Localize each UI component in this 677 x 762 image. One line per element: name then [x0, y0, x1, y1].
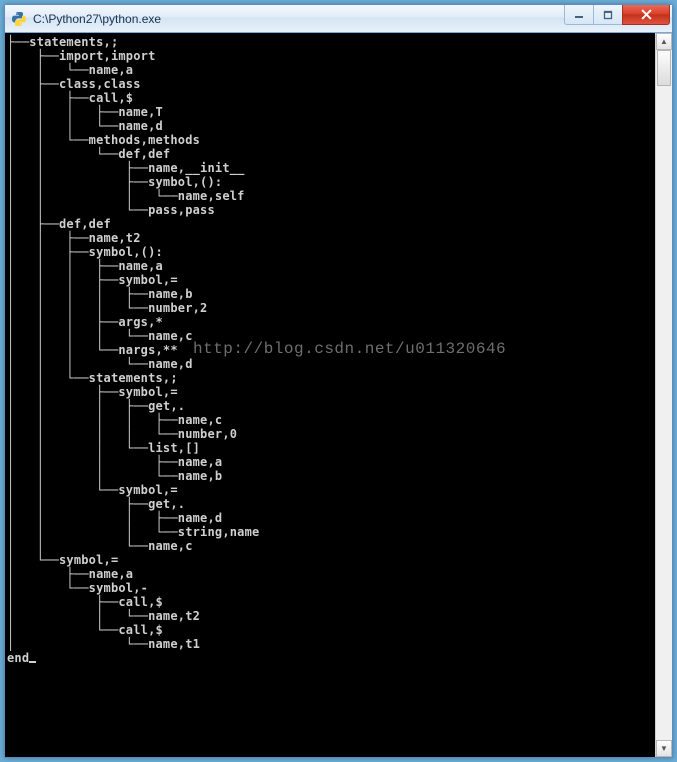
console-line: │ │ │ ├──name,a	[7, 455, 655, 469]
console-line: │ │ │ ├──name,T	[7, 105, 655, 119]
console-line: │ │ ├──call,$	[7, 91, 655, 105]
console-line: │ └──call,$	[7, 623, 655, 637]
console-line: │ ├──import,import	[7, 49, 655, 63]
console-line: │ │ │ └──name,d	[7, 119, 655, 133]
console-line: │ │ │ └──name,self	[7, 189, 655, 203]
vertical-scrollbar[interactable]: ▲ ▼	[655, 33, 672, 757]
python-icon	[11, 11, 27, 27]
console-line: │ │ │ ├──name,a	[7, 259, 655, 273]
console-line: │ └──name,t1	[7, 637, 655, 651]
titlebar[interactable]: C:\Python27\python.exe	[5, 5, 672, 33]
console-line: │ │ │ ├──name,d	[7, 511, 655, 525]
console-line: │ │ ├──symbol,():	[7, 175, 655, 189]
scroll-down-button[interactable]: ▼	[656, 740, 672, 757]
scrollbar-thumb[interactable]	[657, 50, 671, 86]
console-output[interactable]: ├──statements,;│ ├──import,import│ │ └──…	[5, 33, 655, 757]
minimize-button[interactable]	[564, 5, 594, 25]
text-cursor	[29, 661, 36, 663]
window-title: C:\Python27\python.exe	[33, 12, 559, 26]
scroll-up-button[interactable]: ▲	[656, 33, 672, 50]
console-line: │ ├──name,a	[7, 567, 655, 581]
console-line: │ │ │ │ └──number,2	[7, 301, 655, 315]
console-line: │ │ │ ├──symbol,=	[7, 273, 655, 287]
maximize-button[interactable]	[593, 5, 623, 25]
client-area: ├──statements,;│ ├──import,import│ │ └──…	[5, 33, 672, 757]
console-line: │ │ │ │ └──number,0	[7, 427, 655, 441]
console-line: ├──statements,;	[7, 35, 655, 49]
close-button[interactable]	[622, 5, 670, 25]
console-line: │ │ ├──name,t2	[7, 231, 655, 245]
console-line: │ │ │ └──nargs,**	[7, 343, 655, 357]
console-line: │ │ └──methods,methods	[7, 133, 655, 147]
console-window: C:\Python27\python.exe ├──statements,;│ …	[4, 4, 673, 758]
console-line: │ │ ├──symbol,=	[7, 385, 655, 399]
console-line: │ └──symbol,=	[7, 553, 655, 567]
console-line: │ │ │ │ ├──name,c	[7, 413, 655, 427]
console-line: │ │ ├──name,__init__	[7, 161, 655, 175]
console-line: │ │ │ │ └──name,c	[7, 329, 655, 343]
chevron-up-icon: ▲	[660, 37, 668, 46]
console-line: │ │ │ ├──get,.	[7, 399, 655, 413]
console-line: │ │ └──statements,;	[7, 371, 655, 385]
console-line: │ │ │ └──name,b	[7, 469, 655, 483]
console-line: │ │ │ ├──args,*	[7, 315, 655, 329]
console-line: │ │ └──name,a	[7, 63, 655, 77]
console-line: │ │ │ │ ├──name,b	[7, 287, 655, 301]
console-line: end	[7, 651, 655, 665]
console-line: │ │ └──name,t2	[7, 609, 655, 623]
console-line: │ │ └──name,c	[7, 539, 655, 553]
window-controls	[565, 5, 670, 32]
console-line: │ │ └──pass,pass	[7, 203, 655, 217]
console-line: │ ├──class,class	[7, 77, 655, 91]
console-line: │ │ └──def,def	[7, 147, 655, 161]
console-line: │ │ │ └──name,d	[7, 357, 655, 371]
console-line: │ │ └──symbol,=	[7, 483, 655, 497]
console-line: │ │ ├──get,.	[7, 497, 655, 511]
scrollbar-track[interactable]	[656, 50, 672, 740]
console-line: │ │ ├──symbol,():	[7, 245, 655, 259]
console-line: │ │ │ └──string,name	[7, 525, 655, 539]
console-line: │ ├──def,def	[7, 217, 655, 231]
console-line: │ └──symbol,-	[7, 581, 655, 595]
console-line: │ │ │ └──list,[]	[7, 441, 655, 455]
chevron-down-icon: ▼	[660, 744, 668, 753]
console-line: │ ├──call,$	[7, 595, 655, 609]
